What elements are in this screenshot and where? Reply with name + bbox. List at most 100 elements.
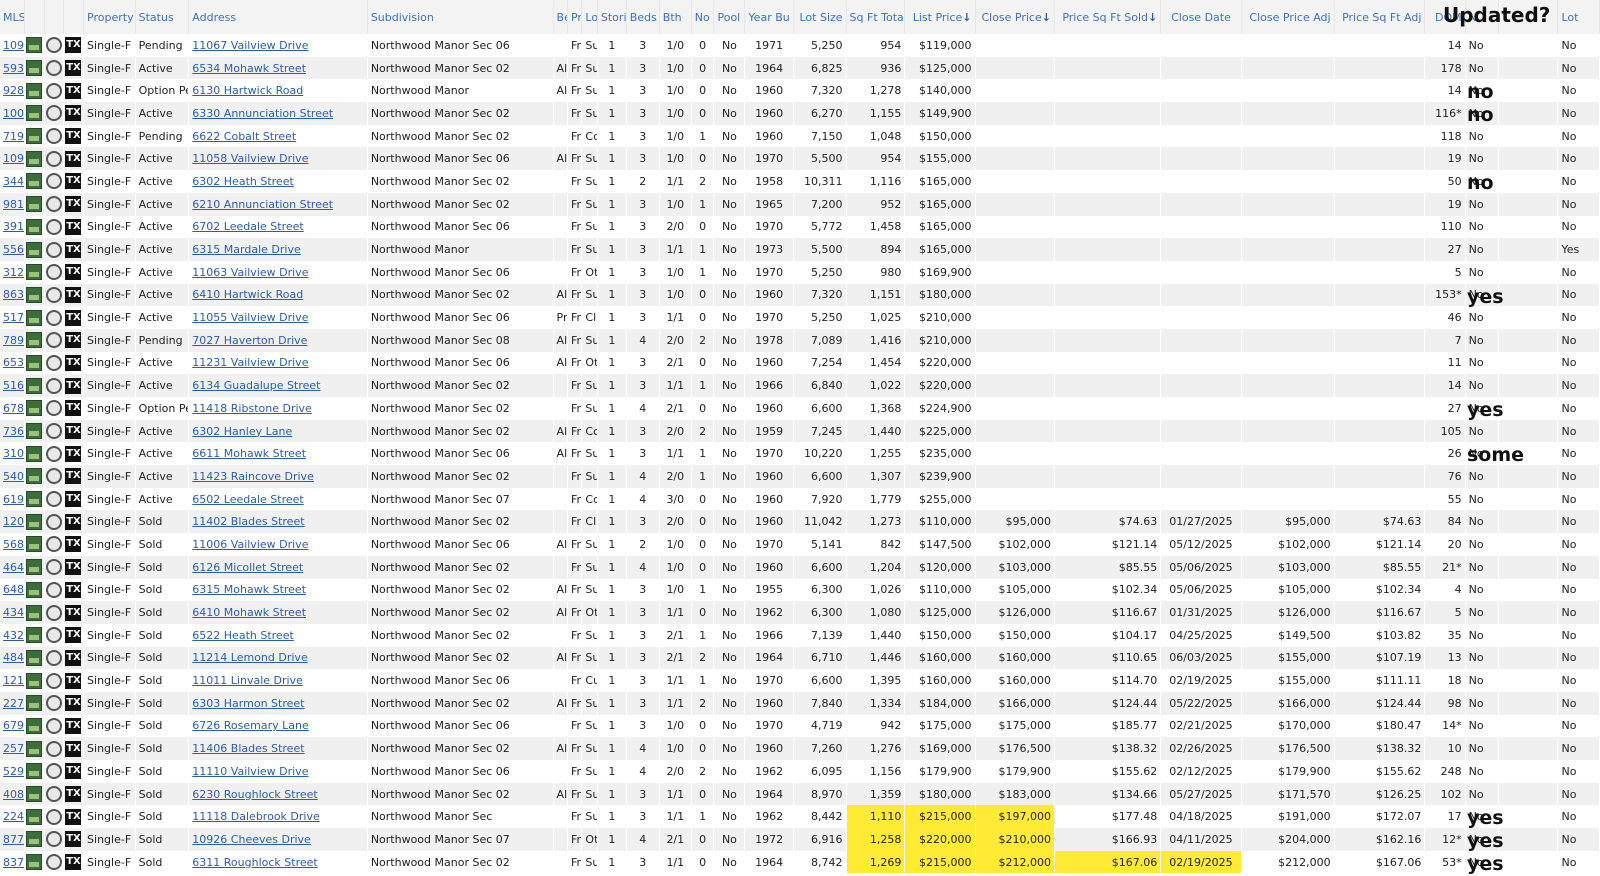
tx-state-icon[interactable]: TX [65,309,82,326]
tx-state-icon[interactable]: TX [65,513,82,530]
col-year[interactable]: Year Bu [744,0,794,34]
mls-link[interactable]: 464 [3,561,24,574]
address-link[interactable]: 11418 Ribstone Drive [192,402,312,415]
mls-link[interactable]: 109 [3,152,24,165]
map-icon[interactable] [45,740,62,757]
map-icon[interactable] [45,695,62,712]
address-link[interactable]: 6230 Roughlock Street [192,788,317,801]
photo-icon[interactable] [26,559,43,576]
map-icon[interactable] [45,672,62,689]
photo-icon[interactable] [26,196,43,213]
address-link[interactable]: 6315 Mardale Drive [192,243,300,256]
photo-icon[interactable] [26,128,43,145]
table-row[interactable]: 568 TX Single-F Sold 11006 Vailview Drive Nor… [0,533,1600,556]
map-icon[interactable] [45,763,62,780]
photo-icon[interactable] [26,445,43,462]
tx-state-icon[interactable]: TX [65,581,82,598]
map-icon[interactable] [45,264,62,281]
table-row[interactable]: 837 TX Single-F Sold 6311 Roughlock Street No… [0,850,1600,874]
table-row[interactable]: 928 TX Single-F Option Pe 6130 Hartwick Road… [0,79,1600,103]
col-be[interactable]: Be [553,0,568,34]
address-link[interactable]: 11118 Dalebrook Drive [192,810,319,823]
tx-state-icon[interactable]: TX [65,831,82,848]
table-row[interactable]: 408 TX Single-F Sold 6230 Roughlock Street No… [0,782,1600,806]
table-row[interactable]: 877 TX Single-F Sold 10926 Cheeves Drive Nort… [0,828,1600,851]
photo-icon[interactable] [26,400,43,417]
photo-icon[interactable] [26,37,43,54]
mls-link[interactable]: 529 [3,765,24,778]
map-icon[interactable] [45,128,62,145]
photo-icon[interactable] [26,60,43,77]
photo-icon[interactable] [26,536,43,553]
table-row[interactable]: 391 TX Single-F Active 6702 Leedale Street No… [0,215,1600,239]
map-icon[interactable] [45,60,62,77]
mls-link[interactable]: 540 [3,470,24,483]
tx-state-icon[interactable]: TX [65,82,82,99]
mls-link[interactable]: 678 [3,402,24,415]
table-row[interactable]: 109 TX Single-F Active 11058 Vailview Drive N… [0,147,1600,171]
col-lot-size[interactable]: Lot Size [793,0,847,34]
photo-icon[interactable] [26,831,43,848]
tx-state-icon[interactable]: TX [65,218,82,235]
address-link[interactable]: 11110 Vailview Drive [192,765,308,778]
table-row[interactable]: 120 TX Single-F Sold 11402 Blades Street Nort… [0,510,1600,534]
mls-link[interactable]: 391 [3,220,24,233]
map-icon[interactable] [45,37,62,54]
col-property[interactable]: Property [83,0,136,34]
map-icon[interactable] [45,559,62,576]
table-row[interactable]: 679 TX Single-F Sold 6726 Rosemary Lane North… [0,714,1600,738]
tx-state-icon[interactable]: TX [65,491,82,508]
mls-link[interactable]: 648 [3,583,24,596]
tx-state-icon[interactable]: TX [65,286,82,303]
map-icon[interactable] [45,581,62,598]
address-link[interactable]: 6311 Roughlock Street [192,856,317,869]
col-address[interactable]: Address [188,0,368,34]
tx-state-icon[interactable]: TX [65,604,82,621]
photo-icon[interactable] [26,717,43,734]
photo-icon[interactable] [26,354,43,371]
photo-icon[interactable] [26,491,43,508]
map-icon[interactable] [45,105,62,122]
address-link[interactable]: 6522 Heath Street [192,629,293,642]
col-status[interactable]: Status [135,0,190,34]
table-row[interactable]: 540 TX Single-F Active 11423 Raincove Drive N… [0,465,1600,488]
tx-state-icon[interactable]: TX [65,559,82,576]
mls-link[interactable]: 837 [3,856,24,869]
address-link[interactable]: 6130 Hartwick Road [192,84,303,97]
photo-icon[interactable] [26,105,43,122]
col-sqft[interactable]: Sq Ft Total [846,0,906,34]
address-link[interactable]: 6134 Guadalupe Street [192,379,320,392]
mls-link[interactable]: 224 [3,810,24,823]
table-row[interactable]: 516 TX Single-F Active 6134 Guadalupe Street… [0,374,1600,397]
map-icon[interactable] [45,354,62,371]
tx-state-icon[interactable]: TX [65,264,82,281]
map-icon[interactable] [45,241,62,258]
photo-icon[interactable] [26,513,43,530]
table-row[interactable]: 344 TX Single-F Active 6302 Heath Street Nort… [0,170,1600,193]
photo-icon[interactable] [26,786,43,803]
photo-icon[interactable] [26,763,43,780]
address-link[interactable]: 10926 Cheeves Drive [192,833,311,846]
tx-state-icon[interactable]: TX [65,400,82,417]
sort-arrow-icon[interactable]: ↓ [1148,11,1157,24]
table-row[interactable]: 619 TX Single-F Active 6502 Leedale Street No… [0,487,1600,511]
address-link[interactable]: 6410 Hartwick Road [192,288,303,301]
mls-link[interactable]: 516 [3,379,24,392]
address-link[interactable]: 6726 Rosemary Lane [192,719,308,732]
table-row[interactable]: 109 TX Single-F Pending 11067 Vailview Drive… [0,34,1600,57]
photo-icon[interactable] [26,332,43,349]
table-row[interactable]: 789 TX Single-F Pending 7027 Haverton Drive N… [0,328,1600,352]
photo-icon[interactable] [26,808,43,825]
tx-state-icon[interactable]: TX [65,354,82,371]
table-row[interactable]: 484 TX Single-F Sold 11214 Lemond Drive North… [0,646,1600,670]
tx-state-icon[interactable]: TX [65,445,82,462]
tx-state-icon[interactable]: TX [65,173,82,190]
mls-link[interactable]: 568 [3,538,24,551]
table-row[interactable]: 678 TX Single-F Option Pe 11418 Ribstone Dri… [0,397,1600,420]
mls-link[interactable]: 484 [3,651,24,664]
mls-link[interactable]: 679 [3,719,24,732]
table-row[interactable]: 556 TX Single-F Active 6315 Mardale Drive Nor… [0,238,1600,261]
map-icon[interactable] [45,491,62,508]
col-ppsf-sold[interactable]: Price Sq Ft Sold↓ [1054,0,1162,34]
photo-icon[interactable] [26,423,43,440]
